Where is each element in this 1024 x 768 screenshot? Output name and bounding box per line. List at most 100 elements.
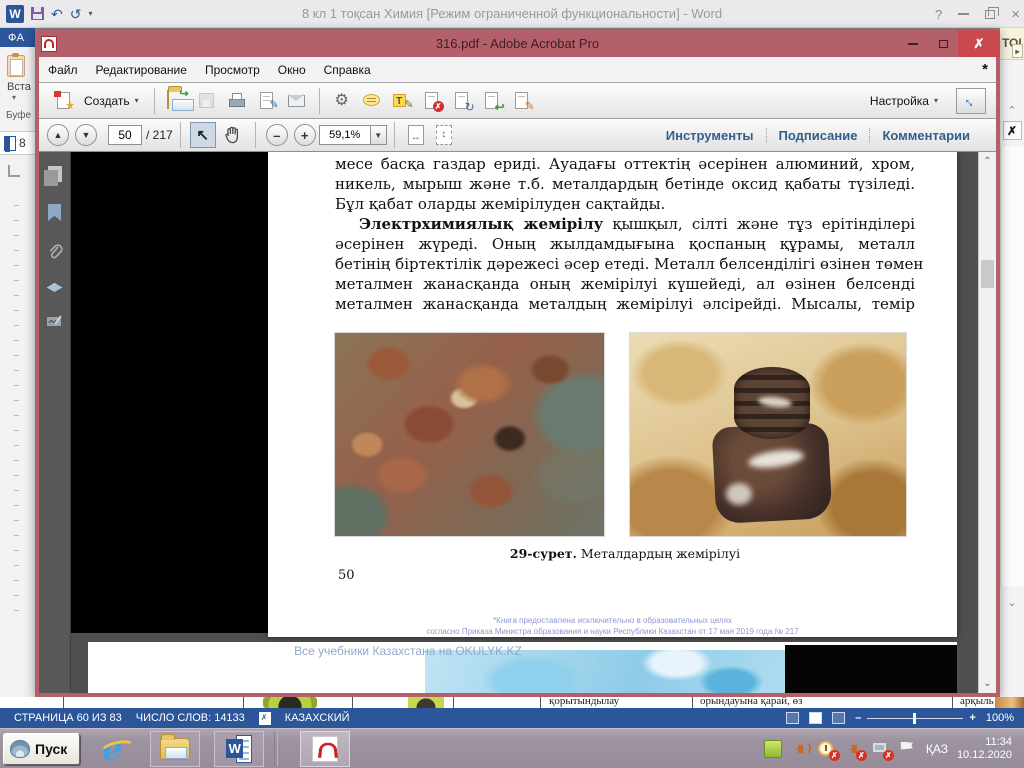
pane-close-button[interactable]: ✗ <box>1003 121 1022 140</box>
zoom-out-minus[interactable]: – <box>855 712 861 724</box>
hand-tool-button[interactable] <box>220 122 246 148</box>
select-tool-button[interactable]: ↖ <box>190 122 216 148</box>
volume-icon[interactable] <box>791 740 809 758</box>
page-thumbnails-icon[interactable] <box>48 166 62 182</box>
menu-file[interactable]: Файл <box>39 63 87 77</box>
export-document-icon[interactable]: ↩ <box>482 91 502 111</box>
network-error-icon[interactable]: ✗ <box>872 740 890 758</box>
word-taskbar-button[interactable]: W <box>214 731 264 767</box>
pdf-line: әсерінен жүреді. Оның жылдамдығына қоспа… <box>335 234 915 254</box>
gear-icon[interactable]: ⚙ <box>332 91 352 111</box>
scrollbar-thumb[interactable] <box>981 260 994 288</box>
comment-icon[interactable] <box>362 91 382 111</box>
zoom-slider-thumb[interactable] <box>913 713 916 724</box>
bookmarks-icon[interactable] <box>48 204 61 221</box>
action-center-flag-icon[interactable] <box>899 740 917 758</box>
word-restore-button[interactable] <box>985 10 995 19</box>
attachments-icon[interactable] <box>47 243 63 261</box>
email-icon[interactable] <box>287 91 307 111</box>
open-file-icon[interactable]: ↪ <box>167 91 187 111</box>
word-help-icon[interactable]: ? <box>935 7 942 22</box>
ribbon-expand-icon[interactable]: ▸ <box>1012 44 1023 58</box>
paste-icon[interactable] <box>7 55 25 77</box>
tools-panel-button[interactable]: Инструменты <box>654 128 766 143</box>
highlight-text-icon[interactable]: T✎ <box>392 91 412 111</box>
next-page-button[interactable]: ▼ <box>75 124 97 146</box>
paste-caret-icon[interactable]: ▾ <box>0 93 35 102</box>
word-scrollbar[interactable] <box>1000 146 1024 586</box>
web-layout-icon[interactable] <box>832 712 845 724</box>
menu-edit[interactable]: Редактирование <box>87 63 196 77</box>
clock-time: 11:34 <box>957 736 1012 749</box>
status-word-count[interactable]: ЧИСЛО СЛОВ: 14133 <box>136 712 245 724</box>
redo-icon[interactable]: ↺ <box>70 7 82 21</box>
scrollbar-up-icon[interactable]: ⌃ <box>979 156 996 167</box>
zoom-slider[interactable]: – + <box>855 712 976 724</box>
menu-window[interactable]: Окно <box>269 63 315 77</box>
file-explorer-button[interactable] <box>150 731 200 767</box>
status-page-count[interactable]: СТРАНИЦА 60 ИЗ 83 <box>14 712 122 724</box>
previous-page-button[interactable]: ▲ <box>47 124 69 146</box>
sign-panel-button[interactable]: Подписание <box>766 128 870 143</box>
word-minimize-button[interactable] <box>958 13 969 15</box>
menu-help[interactable]: Справка <box>315 63 380 77</box>
comment-panel-button[interactable]: Комментарии <box>869 128 982 143</box>
menubar-pin-icon[interactable]: * <box>982 61 988 78</box>
clock[interactable]: 11:34 10.12.2020 <box>957 736 1016 762</box>
scrollbar-down-icon[interactable]: ⌄ <box>979 678 996 689</box>
layers-icon[interactable] <box>47 283 63 292</box>
print-icon[interactable] <box>227 91 247 111</box>
zoom-in-plus[interactable]: + <box>969 712 975 724</box>
table-cell: орындауына қарай, өз <box>700 697 802 707</box>
undo-icon[interactable]: ↶ <box>51 7 63 21</box>
save-file-icon[interactable] <box>197 91 217 111</box>
status-zoom-percent[interactable]: 100% <box>986 712 1014 724</box>
create-button-label: Создать <box>84 94 130 108</box>
zoom-out-button[interactable]: – <box>266 124 288 146</box>
menu-view[interactable]: Просмотр <box>196 63 269 77</box>
word-file-tab[interactable]: ФА <box>0 28 35 47</box>
word-document-item[interactable]: 8 <box>0 131 35 155</box>
audio-muted-icon[interactable]: ✗ <box>845 740 863 758</box>
acrobat-restore-button[interactable] <box>928 30 958 57</box>
collapse-ribbon-icon[interactable]: ⌃ <box>1000 60 1024 117</box>
acrobat-titlebar[interactable]: 316.pdf - Adobe Acrobat Pro ✗ <box>35 30 1000 57</box>
word-statusbar: СТРАНИЦА 60 ИЗ 83 ЧИСЛО СЛОВ: 14133 КАЗА… <box>0 708 1024 728</box>
status-language[interactable]: КАЗАХСКИЙ <box>285 712 350 724</box>
signatures-icon[interactable] <box>46 314 64 328</box>
scroll-down-icon[interactable]: ⌄ <box>1000 596 1024 609</box>
scrolling-mode-icon[interactable]: ↔ <box>408 125 424 145</box>
zoom-dropdown-icon[interactable]: ▼ <box>371 125 387 145</box>
clock-date: 10.12.2020 <box>957 749 1012 762</box>
zoom-in-button[interactable]: + <box>294 124 316 146</box>
save-icon[interactable] <box>31 7 44 20</box>
internet-explorer-icon[interactable]: e <box>102 732 136 766</box>
edit-document-icon[interactable]: ✎ <box>512 91 532 111</box>
table-cell: арқылы <box>960 697 994 707</box>
acrobat-close-button[interactable]: ✗ <box>958 30 1000 57</box>
tray-app-icon[interactable] <box>764 740 782 758</box>
acrobat-minimize-button[interactable] <box>898 30 928 57</box>
sign-document-icon[interactable]: ✎ <box>257 91 277 111</box>
pdf-page: месе басқа газдар ериді. Ауадағы оттекті… <box>268 152 957 637</box>
create-button[interactable]: ★ Создать ▾ <box>43 88 147 114</box>
zoom-level-input[interactable]: 59,1% <box>319 125 371 145</box>
search-document-icon[interactable]: ↻ <box>452 91 472 111</box>
read-mode-icon[interactable] <box>786 712 799 724</box>
fit-page-icon[interactable]: ↕ <box>436 125 452 145</box>
start-button[interactable]: Пуск <box>3 733 80 765</box>
delete-pages-icon[interactable]: ✗ <box>422 91 442 111</box>
print-layout-icon[interactable] <box>809 712 822 724</box>
clock-sync-error-icon[interactable]: ✗ <box>818 740 836 758</box>
word-close-button[interactable]: × <box>1011 6 1020 23</box>
acrobat-taskbar-button[interactable] <box>300 731 350 767</box>
language-indicator[interactable]: ҚАЗ <box>926 742 948 756</box>
pdf-scrollbar[interactable]: ⌃ ⌄ <box>978 152 996 693</box>
settings-button[interactable]: Настройка ▾ <box>870 94 938 108</box>
fullscreen-toggle-button[interactable]: ↔ <box>956 88 986 114</box>
proofing-icon[interactable] <box>259 712 271 725</box>
page-number-input[interactable]: 50 <box>108 125 142 145</box>
pdf-line: Бұл қабат оларды жемірілуден сақтайды. <box>335 194 915 214</box>
quick-access-caret-icon[interactable]: ▾ <box>88 9 92 18</box>
paste-label[interactable]: Вста <box>0 77 35 93</box>
